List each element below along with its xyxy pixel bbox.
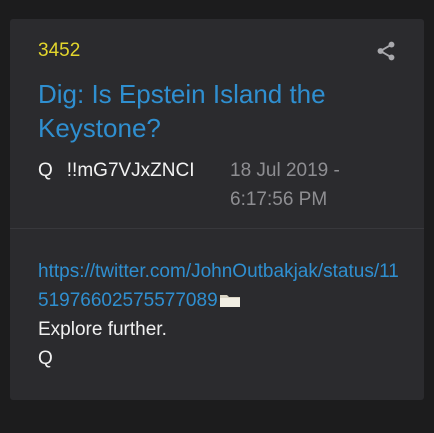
divider <box>10 228 424 229</box>
share-icon[interactable] <box>375 40 397 62</box>
post-timestamp: 18 Jul 2019 - 6:17:56 PM <box>230 160 340 210</box>
author-name: Q <box>38 160 53 181</box>
body-line-1: Explore further. <box>38 319 167 340</box>
body-signature: Q <box>38 348 53 369</box>
author-tripcode: !!mG7VJxZNCI <box>66 160 195 181</box>
post-title[interactable]: Dig: Is Epstein Island the Keystone? <box>38 77 398 145</box>
folder-icon[interactable] <box>219 292 241 308</box>
post-card: 3452 Dig: Is Epstein Island the Keystone… <box>10 19 424 400</box>
post-body: https://twitter.com/JohnOutbakjak/status… <box>38 257 400 373</box>
post-number[interactable]: 3452 <box>38 40 80 62</box>
author-block: Q !!mG7VJxZNCI <box>38 156 195 185</box>
post-meta: Q !!mG7VJxZNCI 18 Jul 2019 - 6:17:56 PM <box>38 156 408 214</box>
